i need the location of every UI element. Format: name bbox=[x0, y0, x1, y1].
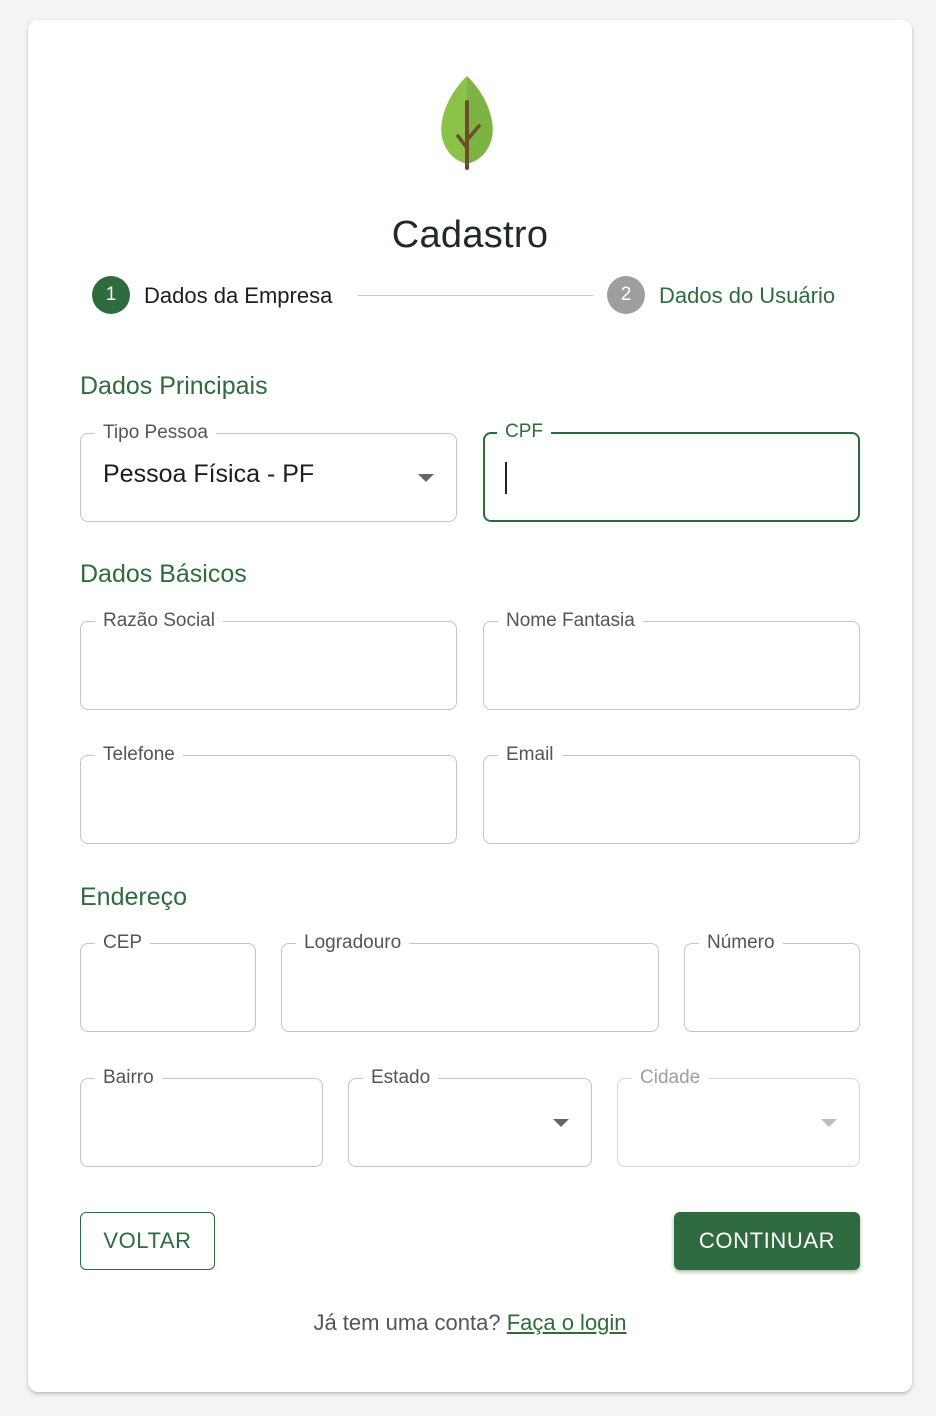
razao-social-label: Razão Social bbox=[95, 609, 223, 633]
email-field[interactable]: Email bbox=[483, 743, 860, 844]
telefone-label: Telefone bbox=[95, 743, 183, 767]
cidade-label: Cidade bbox=[632, 1066, 709, 1090]
numero-label: Número bbox=[699, 931, 783, 955]
step-2-label: Dados do Usuário bbox=[659, 283, 836, 308]
leaf-icon bbox=[441, 76, 493, 170]
chevron-down-icon bbox=[821, 1119, 837, 1127]
bairro-field[interactable]: Bairro bbox=[80, 1066, 323, 1167]
nome-fantasia-field[interactable]: Nome Fantasia bbox=[483, 609, 860, 710]
logradouro-label: Logradouro bbox=[296, 931, 410, 955]
continue-button[interactable]: CONTINUAR bbox=[674, 1212, 860, 1270]
section-title-endereco: Endereço bbox=[80, 883, 188, 911]
tipo-pessoa-select[interactable]: Tipo Pessoa Pessoa Física - PF bbox=[80, 421, 457, 522]
cep-label: CEP bbox=[95, 931, 151, 955]
bairro-label: Bairro bbox=[95, 1066, 162, 1090]
signup-card: Cadastro 1 Dados da Empresa 2 Dados do U… bbox=[28, 20, 912, 1392]
step-1-label: Dados da Empresa bbox=[144, 283, 333, 308]
tipo-pessoa-value: Pessoa Física - PF bbox=[103, 460, 315, 488]
step-2-indicator: 2 bbox=[607, 276, 645, 314]
cidade-select[interactable]: Cidade bbox=[617, 1066, 860, 1167]
nome-fantasia-label: Nome Fantasia bbox=[498, 609, 643, 633]
stepper-connector bbox=[358, 295, 593, 296]
text-cursor bbox=[505, 462, 507, 494]
cep-field[interactable]: CEP bbox=[80, 931, 256, 1032]
page-title: Cadastro bbox=[391, 214, 549, 256]
login-link[interactable]: Faça o login bbox=[507, 1310, 627, 1335]
numero-field[interactable]: Número bbox=[684, 931, 860, 1032]
email-label: Email bbox=[498, 743, 562, 767]
estado-select[interactable]: Estado bbox=[348, 1066, 592, 1167]
telefone-field[interactable]: Telefone bbox=[80, 743, 457, 844]
cpf-label: CPF bbox=[497, 420, 551, 444]
section-title-basicos: Dados Básicos bbox=[80, 560, 247, 588]
login-prompt: Já tem uma conta? Faça o login bbox=[28, 1310, 912, 1336]
logradouro-field[interactable]: Logradouro bbox=[281, 931, 659, 1032]
login-prompt-text: Já tem uma conta? bbox=[313, 1310, 501, 1335]
section-title-principais: Dados Principais bbox=[80, 372, 268, 400]
chevron-down-icon bbox=[553, 1119, 569, 1127]
cpf-field[interactable]: CPF bbox=[483, 420, 860, 522]
estado-label: Estado bbox=[363, 1066, 439, 1090]
step-1-indicator: 1 bbox=[92, 276, 130, 314]
razao-social-field[interactable]: Razão Social bbox=[80, 609, 457, 710]
tipo-pessoa-label: Tipo Pessoa bbox=[95, 421, 216, 445]
back-button[interactable]: VOLTAR bbox=[80, 1212, 215, 1270]
chevron-down-icon bbox=[418, 474, 434, 482]
